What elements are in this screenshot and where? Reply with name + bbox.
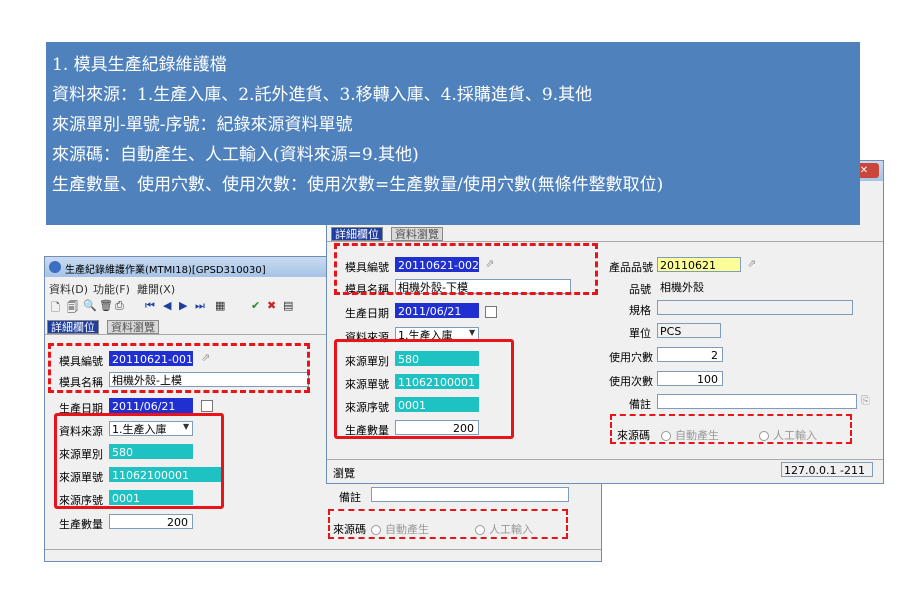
calendar-checkbox[interactable] <box>485 306 497 318</box>
note-line-5: 生產數量、使用穴數、使用次數：使用次數=生產數量/使用穴數(無條件整數取位) <box>52 175 664 195</box>
unit-label: 單位 <box>629 327 651 340</box>
menu-function[interactable]: 功能(F) <box>93 281 130 297</box>
copy-icon[interactable]: 🗐 <box>67 299 78 318</box>
remark-field[interactable] <box>657 394 857 409</box>
back-source-highlight <box>54 413 224 509</box>
grid-icon[interactable]: ▦ <box>215 299 225 312</box>
status-mode: 瀏覽 <box>333 467 355 480</box>
back-qty-label: 生產數量 <box>59 518 103 531</box>
query-icon[interactable]: 🔍 <box>83 299 97 312</box>
prev-record-icon[interactable]: ◀ <box>163 299 171 312</box>
back-prod-date-field[interactable]: 2011/06/21 <box>109 398 193 413</box>
calendar-checkbox[interactable] <box>201 400 213 412</box>
note-line-4: 來源碼：自動產生、人工輸入(資料來源=9.其他) <box>52 145 419 165</box>
new-icon[interactable]: 🗋 <box>51 299 60 318</box>
spec-label: 規格 <box>629 304 651 317</box>
status-divider <box>327 459 883 460</box>
annotation-note: 1. 模具生產紀錄維護檔 資料來源：1.生產入庫、2.託外進貨、3.移轉入庫、4… <box>46 42 860 225</box>
front-source-code-highlight <box>610 414 852 444</box>
back-source-code-highlight <box>328 509 568 539</box>
front-tab-divider <box>327 241 883 242</box>
delete-icon[interactable]: 🗑 <box>99 299 113 312</box>
spec-field <box>657 300 853 315</box>
back-qty-field[interactable]: 200 <box>109 514 193 529</box>
menu-data[interactable]: 資料(D) <box>49 281 88 297</box>
status-host: 127.0.0.1 -211 <box>781 462 873 477</box>
front-tab-detail[interactable]: 詳細欄位 <box>331 227 383 241</box>
menu-exit[interactable]: 離開(X) <box>137 281 175 297</box>
link-icon[interactable]: ⇗ <box>747 257 756 270</box>
app-icon <box>49 261 61 273</box>
print-icon[interactable]: ⎙ <box>115 299 124 313</box>
product-name-label: 品號 <box>629 283 651 296</box>
back-remark-label: 備註 <box>339 491 361 504</box>
back-tab-detail[interactable]: 詳細欄位 <box>47 320 99 334</box>
cancel-icon[interactable]: ✖ <box>267 299 276 312</box>
uses-label: 使用次數 <box>609 375 653 388</box>
note-line-1: 1. 模具生產紀錄維護檔 <box>52 55 227 75</box>
chevron-down-icon[interactable]: ▼ <box>469 328 475 337</box>
front-tab-browse[interactable]: 資料瀏覽 <box>391 227 443 241</box>
front-prod-date-label: 生產日期 <box>345 307 389 320</box>
uses-field[interactable]: 100 <box>657 371 723 386</box>
unit-field: PCS <box>657 323 721 338</box>
remark-label: 備註 <box>629 398 651 411</box>
note-line-3: 來源單別-單號-序號：紀錄來源資料單號 <box>52 115 353 135</box>
status-divider <box>45 549 601 550</box>
back-tab-browse[interactable]: 資料瀏覽 <box>107 320 159 334</box>
form-icon[interactable]: ▤ <box>283 299 293 312</box>
front-source-highlight <box>334 339 514 439</box>
cavities-label: 使用穴數 <box>609 351 653 364</box>
front-mold-highlight <box>334 243 598 295</box>
back-mold-highlight <box>48 343 310 393</box>
product-name-field: 相機外殼 <box>657 279 853 294</box>
back-remark-field[interactable] <box>371 487 569 502</box>
front-prod-date-field[interactable]: 2011/06/21 <box>395 303 479 318</box>
last-record-icon[interactable]: ⏭ <box>195 299 205 313</box>
first-record-icon[interactable]: ⏮ <box>145 299 155 313</box>
product-no-field[interactable]: 20110621 <box>657 257 741 272</box>
next-record-icon[interactable]: ▶ <box>179 299 187 312</box>
cavities-field[interactable]: 2 <box>657 347 723 362</box>
confirm-icon[interactable]: ✔ <box>251 299 260 312</box>
product-no-label: 產品品號 <box>609 261 653 274</box>
back-window-title: 生產紀錄維護作業(MTMI18)[GPSD310030] <box>65 265 266 276</box>
note-line-2: 資料來源：1.生產入庫、2.託外進貨、3.移轉入庫、4.採購進貨、9.其他 <box>52 85 593 105</box>
attach-icon[interactable]: ⎘ <box>861 394 870 408</box>
